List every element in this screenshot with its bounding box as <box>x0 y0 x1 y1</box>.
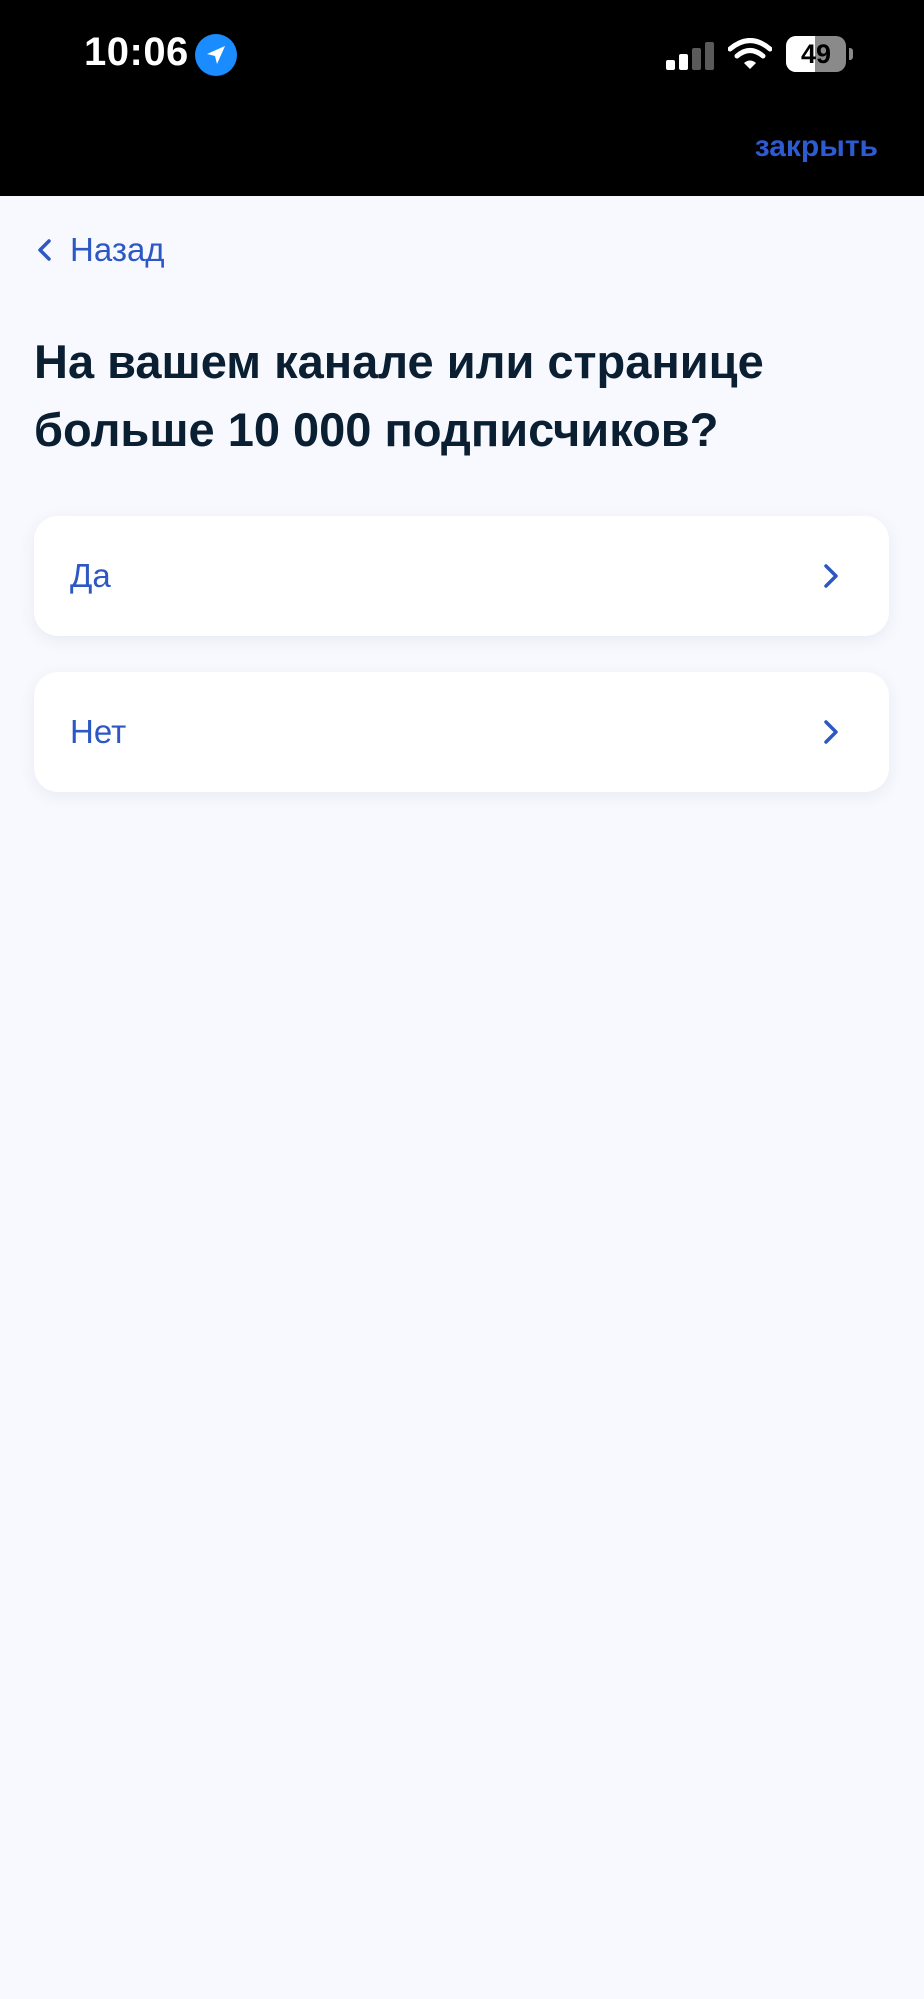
page-title: На вашем канале или странице больше 10 0… <box>34 335 764 456</box>
back-button[interactable]: Назад <box>34 228 165 272</box>
battery-level: 49 <box>800 39 832 69</box>
signal-bar <box>692 48 701 70</box>
signal-bar <box>679 54 688 70</box>
battery-tip <box>849 48 853 60</box>
location-arrow-icon <box>195 34 237 76</box>
wifi-icon <box>727 38 773 72</box>
chevron-left-icon <box>38 239 51 261</box>
battery-icon: 49 <box>786 36 853 72</box>
option-no-button[interactable]: Нет <box>34 672 889 792</box>
option-label: Да <box>70 557 111 594</box>
cellular-signal-icon <box>666 42 714 70</box>
option-label: Нет <box>70 713 127 750</box>
back-label: Назад <box>70 231 165 268</box>
chevron-right-icon <box>824 720 838 744</box>
status-time: 10:06 <box>84 30 189 74</box>
signal-bar <box>666 60 675 70</box>
signal-bar <box>705 42 714 70</box>
chevron-right-icon <box>824 564 838 588</box>
close-button[interactable]: закрыть <box>755 130 878 164</box>
option-yes-button[interactable]: Да <box>34 516 889 636</box>
top-bar: 10:06 49 закрыть <box>0 0 924 196</box>
battery-body: 49 <box>786 36 846 72</box>
